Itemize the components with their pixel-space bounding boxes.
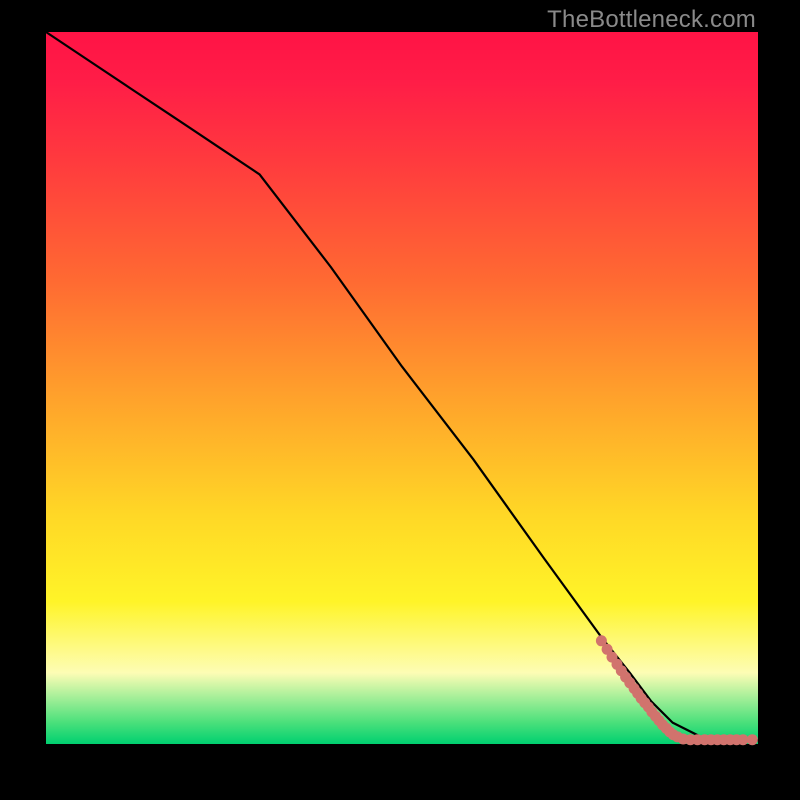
scatter-point	[747, 734, 758, 745]
main-curve	[46, 32, 758, 740]
chart-frame: TheBottleneck.com	[0, 0, 800, 800]
plot-area	[46, 32, 758, 744]
scatter-cluster	[596, 635, 758, 745]
chart-overlay	[46, 32, 758, 744]
watermark-text: TheBottleneck.com	[547, 6, 756, 34]
